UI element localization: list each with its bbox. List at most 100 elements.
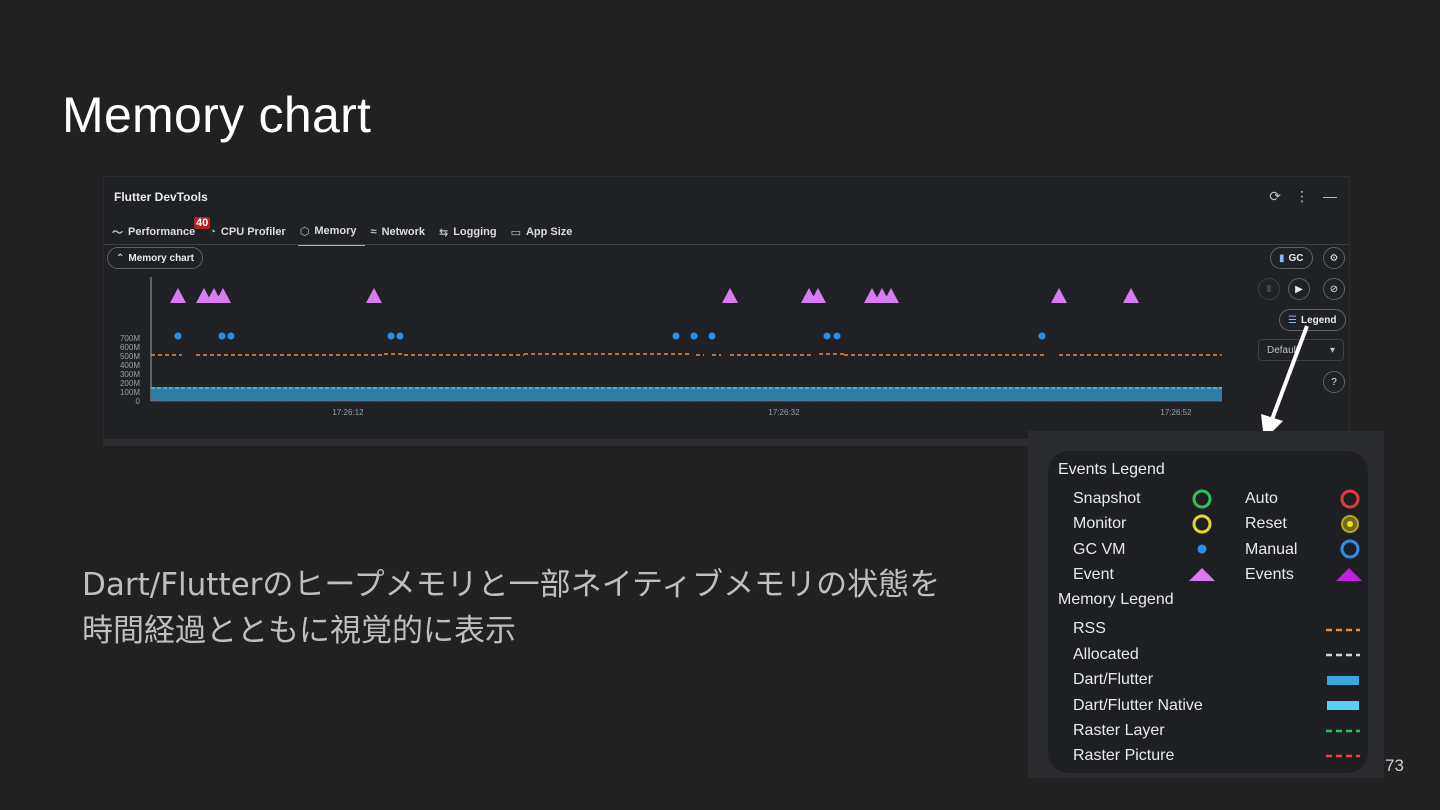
reset-dot-icon [1347, 521, 1353, 527]
performance-icon: 〜 [112, 227, 123, 239]
gc-vm-marker [833, 332, 841, 340]
auto-ring-icon [1340, 489, 1360, 509]
minimize-icon[interactable]: — [1323, 188, 1337, 205]
gc-vm-marker [174, 332, 182, 340]
gc-vm-marker [708, 332, 716, 340]
devtools-window: Flutter DevTools ⟳ ⋮ — 〜 Performance 40 … [103, 176, 1350, 446]
gc-vm-marker [1038, 332, 1046, 340]
dart-heap-area [151, 387, 1222, 401]
gc-button-label: GC [1288, 252, 1304, 264]
x-tick-labels: 17:26:12 17:26:32 17:26:52 [332, 408, 1192, 417]
event-marker [1051, 288, 1067, 303]
memory-chart-toggle-label: Memory chart [128, 252, 194, 264]
tab-divider [104, 244, 1349, 245]
legend-dart-flutter-label: Dart/Flutter [1073, 671, 1154, 688]
y-tick-label: 400M [120, 361, 140, 370]
cpu-profiler-icon: ◔ [209, 226, 216, 238]
x-tick-label: 17:26:32 [768, 408, 800, 417]
window-title: Flutter DevTools [114, 190, 208, 204]
x-tick-label: 17:26:52 [1160, 408, 1192, 417]
tab-label: Logging [453, 226, 497, 238]
monitor-ring-icon [1192, 514, 1212, 534]
gc-vm-marker [227, 332, 235, 340]
delete-icon: ▮ [1279, 252, 1285, 264]
tab-network[interactable]: ≈ Network [369, 221, 433, 246]
manual-ring-icon [1340, 539, 1360, 559]
gc-vm-marker [823, 332, 831, 340]
pointer-arrow [1261, 325, 1309, 440]
snapshot-ring-icon [1192, 489, 1212, 509]
gc-vm-marker [396, 332, 404, 340]
tab-bar: 〜 Performance 40 ◔ CPU Profiler ⬡ Memory… [110, 217, 584, 246]
event-marker [170, 288, 186, 303]
gc-vm-marker [690, 332, 698, 340]
rss-line [151, 353, 1222, 356]
x-tick-label: 17:26:12 [332, 408, 364, 417]
arrow-drop-down-icon: ▾ [1329, 344, 1335, 356]
y-tick-label: 600M [120, 343, 140, 352]
event-marker [366, 288, 382, 303]
description-line-2: 時間経過とともに視覚的に表示 [82, 613, 516, 649]
gc-button[interactable]: ▮ GC [1270, 247, 1313, 269]
gc-vm-marker [387, 332, 395, 340]
dart-flutter-swatch [1327, 676, 1359, 685]
page-number: 73 [1385, 756, 1404, 775]
clear-button[interactable]: ⊘ [1323, 278, 1345, 300]
y-tick-label: 100M [120, 388, 140, 397]
logging-icon: ⇆ [438, 226, 449, 239]
event-marker [722, 288, 738, 303]
dart-flutter-native-swatch [1327, 701, 1359, 710]
tab-performance[interactable]: 〜 Performance 40 [110, 217, 211, 246]
refresh-icon[interactable]: ⟳ [1269, 188, 1281, 205]
gear-icon: ⚙ [1329, 252, 1339, 264]
legend-rss-label: RSS [1073, 620, 1106, 637]
app-size-icon: ▭ [510, 226, 521, 239]
y-tick-label: 500M [120, 352, 140, 361]
resume-button[interactable]: ▶ [1288, 278, 1310, 300]
event-triangle-icon [1189, 568, 1215, 581]
tab-label: App Size [525, 226, 573, 238]
legend-allocated-label: Allocated [1073, 646, 1139, 663]
tab-app-size[interactable]: ▭ App Size [509, 221, 581, 246]
events-triangle-icon [1336, 568, 1362, 581]
gc-vm-marker [672, 332, 680, 340]
tab-memory[interactable]: ⬡ Memory [297, 221, 365, 246]
legend-dart-flutter-native-label: Dart/Flutter Native [1073, 697, 1203, 714]
y-tick-label: 700M [120, 334, 140, 343]
chevron-up-icon: ⌃ [116, 252, 125, 264]
slide-title: Memory chart [62, 87, 372, 143]
window-actions: ⟳ ⋮ — [1269, 188, 1337, 205]
y-tick-labels: 700M600M500M400M300M200M100M0 [120, 334, 141, 406]
memory-chart: 700M600M500M400M300M200M100M0 17:26:12 17… [120, 277, 1222, 417]
event-markers [170, 288, 1139, 303]
legend-raster-layer-label: Raster Layer [1073, 722, 1165, 739]
network-icon: ≈ [370, 226, 377, 238]
pause-icon: Ⅱ [1266, 283, 1272, 295]
tab-cpu-profiler[interactable]: ◔ CPU Profiler [207, 221, 293, 246]
y-tick-label: 0 [136, 397, 141, 406]
block-icon: ⊘ [1329, 283, 1339, 295]
gc-vm-marker [218, 332, 226, 340]
more-vert-icon[interactable]: ⋮ [1295, 188, 1309, 205]
event-marker [1123, 288, 1139, 303]
legend-raster-picture-label: Raster Picture [1073, 747, 1175, 764]
help-icon: ? [1331, 376, 1337, 388]
tab-label: Memory [314, 225, 357, 237]
pause-button[interactable]: Ⅱ [1258, 278, 1280, 300]
memory-chart-toggle-button[interactable]: ⌃ Memory chart [107, 247, 203, 269]
description-line-1: Dart/Flutterのヒープメモリと一部ネイティブメモリの状態を [82, 567, 941, 603]
play-icon: ▶ [1295, 283, 1303, 295]
legend-panel: Events Legend Snapshot Monitor GC VM Eve… [1048, 451, 1368, 773]
y-tick-label: 300M [120, 370, 140, 379]
settings-button[interactable]: ⚙ [1323, 247, 1345, 269]
slide-description: Dart/Flutterのヒープメモリと一部ネイティブメモリの状態を 時間経過と… [82, 562, 982, 654]
help-button[interactable]: ? [1323, 371, 1345, 393]
y-tick-label: 200M [120, 379, 140, 388]
tab-label: Network [381, 226, 425, 238]
tab-logging[interactable]: ⇆ Logging [437, 221, 505, 246]
gc-vm-dot-icon [1197, 544, 1207, 554]
memory-icon: ⬡ [299, 225, 310, 238]
memory-legend-title: Memory Legend [1058, 591, 1174, 608]
tab-label: CPU Profiler [220, 226, 286, 238]
gc-markers [174, 332, 1046, 340]
